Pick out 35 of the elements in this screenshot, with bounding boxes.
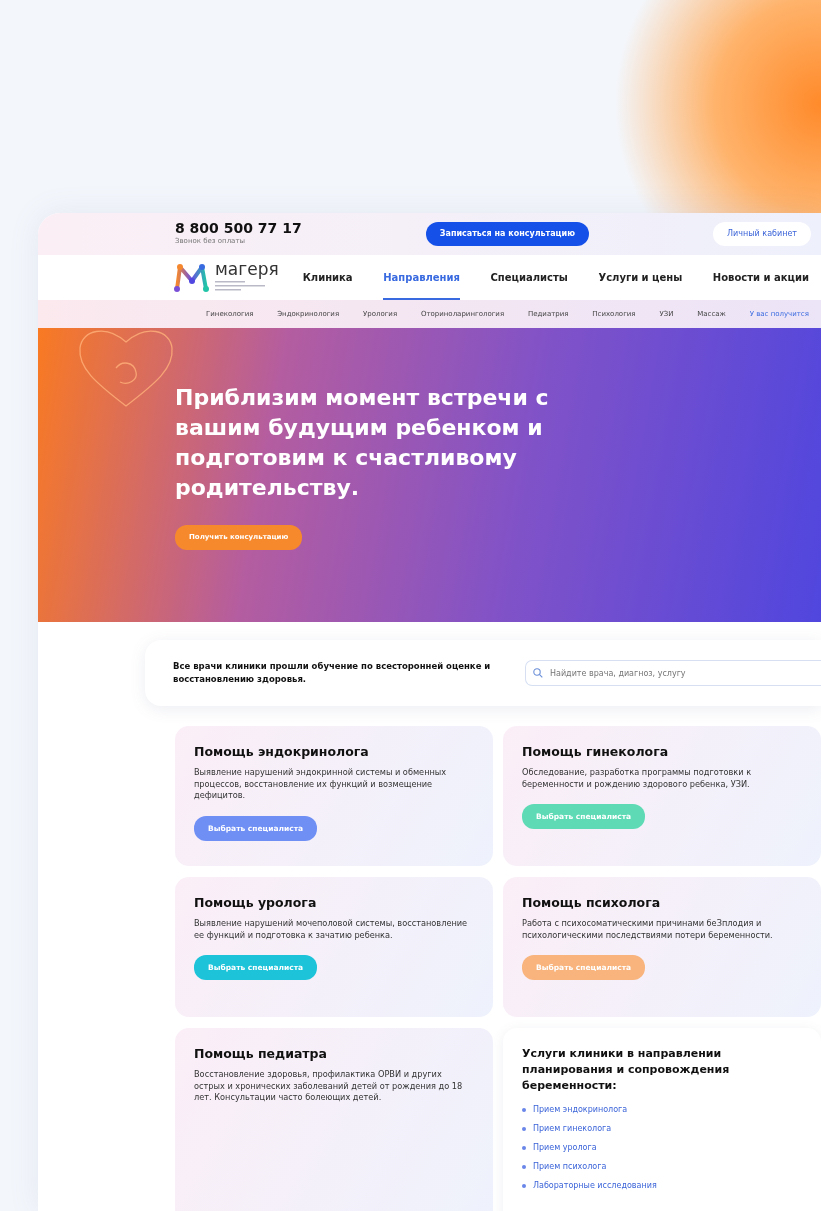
- service-link[interactable]: Прием гинеколога: [533, 1123, 612, 1135]
- nav-link[interactable]: Новости и акции: [712, 255, 809, 300]
- service-link[interactable]: Лабораторные исследования: [533, 1180, 657, 1192]
- nav-link[interactable]: Специалисты: [490, 255, 568, 300]
- bullet-icon: [522, 1184, 526, 1188]
- search-icon: [533, 668, 543, 678]
- card-title: Помощь педиатра: [194, 1046, 328, 1061]
- bullet-icon: [522, 1108, 526, 1112]
- bullet-icon: [522, 1127, 526, 1131]
- heart-icon: [76, 328, 176, 408]
- card-text: Работа с психосоматическими причинами беЗплодия и психологическими последствиями потери беременности.: [522, 918, 774, 941]
- card-title: Услуги клиники в направлении планирования и сопровождения беременности:: [522, 1046, 731, 1094]
- bullet-icon: [522, 1146, 526, 1150]
- account-button[interactable]: Личный кабинет: [713, 222, 811, 246]
- intro-text: Все врачи клиники прошли обучение по всесторонней оценке и восстановлению здоровья.: [173, 660, 492, 686]
- nav-link[interactable]: Услуги и цены: [598, 255, 683, 300]
- search-field[interactable]: Найдите врача, диагноз, услугу: [525, 660, 821, 686]
- card-title: Помощь эндокринолога: [194, 744, 370, 759]
- bullet-icon: [522, 1165, 526, 1169]
- card-text: Обследование, разработка программы подготовки к беременности и рождению здорового ребенка, УЗИ.: [522, 767, 753, 790]
- consultation-button[interactable]: Записаться на консультацию: [425, 222, 589, 246]
- logo-name: магеря: [215, 260, 279, 278]
- hero-title: Приблизим момент встречи с вашим будущим ребенком и подготовим к счастливому родительству.: [175, 384, 550, 502]
- card-text: Выявление нарушений мочеполовой системы, восстановление ее функций и подготовка к зачатию ребенка.: [194, 918, 469, 941]
- card-text: Восстановление здоровья, профилактика ОРВИ и других острых и хронических заболеваний детей от рождения до 18 лет. Консультации часто болеющих детей.: [194, 1069, 464, 1104]
- card-title: Помощь уролога: [194, 895, 318, 910]
- service-link[interactable]: Прием эндокринолога: [533, 1104, 628, 1116]
- card-text: Выявление нарушений эндокринной системы и обменных процессов, восстановление их функций и возмещение дефицитов.: [194, 767, 448, 802]
- nav-link[interactable]: Клиника: [302, 255, 353, 300]
- card-title: Помощь психолога: [522, 895, 662, 910]
- service-link[interactable]: Прием уролога: [533, 1142, 597, 1154]
- logo-icon: [173, 262, 211, 293]
- phone-number: 8 800 500 77 17: [175, 221, 302, 237]
- card-title: Помощь гинеколога: [522, 744, 670, 759]
- service-link[interactable]: Прием психолога: [533, 1161, 607, 1173]
